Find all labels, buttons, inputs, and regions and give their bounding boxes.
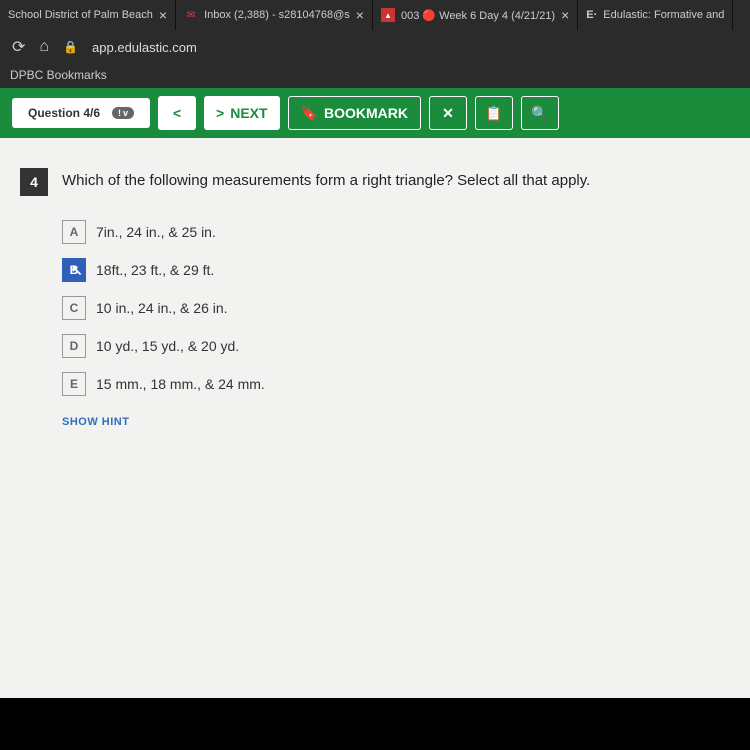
answer-letter[interactable]: E <box>62 372 86 396</box>
close-icon: ✕ <box>442 105 454 122</box>
answer-option[interactable]: D 10 yd., 15 yd., & 20 yd. <box>62 334 730 358</box>
home-icon[interactable]: ⌂ <box>39 38 49 56</box>
answer-text: 7in., 24 in., & 25 in. <box>96 224 216 240</box>
answer-text: 18ft., 23 ft., & 29 ft. <box>96 262 214 278</box>
tab-title: Inbox (2,388) - s28104768@s <box>204 9 350 21</box>
answer-letter[interactable]: D <box>62 334 86 358</box>
search-icon: 🔍 <box>531 105 548 122</box>
tab-title-prefix: E· <box>586 9 597 21</box>
calculator-button[interactable]: 📋 <box>475 96 513 130</box>
answer-option[interactable]: C 10 in., 24 in., & 26 in. <box>62 296 730 320</box>
tab-title: Edulastic: Formative and <box>603 9 724 21</box>
answer-letter[interactable]: C <box>62 296 86 320</box>
answers-list: A 7in., 24 in., & 25 in. B ↖ 18ft., 23 f… <box>20 220 730 428</box>
browser-tab[interactable]: School District of Palm Beach × <box>0 0 176 30</box>
answer-text: 10 in., 24 in., & 26 in. <box>96 300 228 316</box>
show-hint-button[interactable]: SHOW HINT <box>62 416 730 428</box>
classroom-icon: ▲ <box>381 8 395 22</box>
answer-option[interactable]: E 15 mm., 18 mm., & 24 mm. <box>62 372 730 396</box>
cursor-icon: ↖ <box>71 262 83 279</box>
prev-button[interactable]: < <box>158 96 196 130</box>
bookmarks-bar: DPBC Bookmarks <box>0 64 750 88</box>
reload-icon[interactable]: ⟳ <box>12 37 25 57</box>
tab-strip: School District of Palm Beach × Inbox (2… <box>0 0 750 30</box>
answer-letter[interactable]: A <box>62 220 86 244</box>
answer-letter-selected[interactable]: B ↖ <box>62 258 86 282</box>
chevron-left-icon: < <box>173 105 181 121</box>
next-label: NEXT <box>230 105 267 121</box>
tab-title: School District of Palm Beach <box>8 9 153 21</box>
counter-badge: ! v <box>112 107 134 119</box>
browser-chrome: School District of Palm Beach × Inbox (2… <box>0 0 750 88</box>
browser-tab[interactable]: E· Edulastic: Formative and <box>578 0 733 30</box>
tab-title: 003 🔴 Week 6 Day 4 (4/21/21) <box>401 9 555 22</box>
alert-icon: ! <box>118 108 121 118</box>
question-text: Which of the following measurements form… <box>62 168 590 189</box>
lock-icon[interactable]: 🔒 <box>63 40 78 54</box>
answer-text: 10 yd., 15 yd., & 20 yd. <box>96 338 239 354</box>
close-icon[interactable]: × <box>561 7 569 23</box>
next-button[interactable]: > NEXT <box>204 96 280 130</box>
caret-down-icon: v <box>123 108 128 118</box>
address-bar: ⟳ ⌂ 🔒 app.edulastic.com <box>0 30 750 64</box>
browser-tab[interactable]: ▲ 003 🔴 Week 6 Day 4 (4/21/21) × <box>373 0 578 30</box>
close-icon[interactable]: × <box>356 7 364 23</box>
counter-text: Question 4/6 <box>28 106 100 120</box>
answer-option[interactable]: B ↖ 18ft., 23 ft., & 29 ft. <box>62 258 730 282</box>
calculator-icon: 📋 <box>485 105 502 122</box>
bookmark-label: BOOKMARK <box>324 105 408 121</box>
question-row: 4 Which of the following measurements fo… <box>20 168 730 196</box>
answer-text: 15 mm., 18 mm., & 24 mm. <box>96 376 265 392</box>
bookmarks-folder[interactable]: DPBC Bookmarks <box>10 68 107 82</box>
close-button[interactable]: ✕ <box>429 96 467 130</box>
question-counter[interactable]: Question 4/6 ! v <box>12 98 150 128</box>
question-number: 4 <box>20 168 48 196</box>
gmail-icon <box>184 8 198 22</box>
url-host[interactable]: app.edulastic.com <box>92 40 197 55</box>
close-icon[interactable]: × <box>159 7 167 23</box>
bookmark-icon: 🔖 <box>301 105 318 122</box>
search-button[interactable]: 🔍 <box>521 96 559 130</box>
chevron-right-icon: > <box>216 105 224 121</box>
bookmark-button[interactable]: 🔖 BOOKMARK <box>288 96 421 130</box>
content-area: 4 Which of the following measurements fo… <box>0 138 750 698</box>
app-header: Question 4/6 ! v < > NEXT 🔖 BOOKMARK ✕ 📋… <box>0 88 750 138</box>
answer-option[interactable]: A 7in., 24 in., & 25 in. <box>62 220 730 244</box>
browser-tab[interactable]: Inbox (2,388) - s28104768@s × <box>176 0 373 30</box>
